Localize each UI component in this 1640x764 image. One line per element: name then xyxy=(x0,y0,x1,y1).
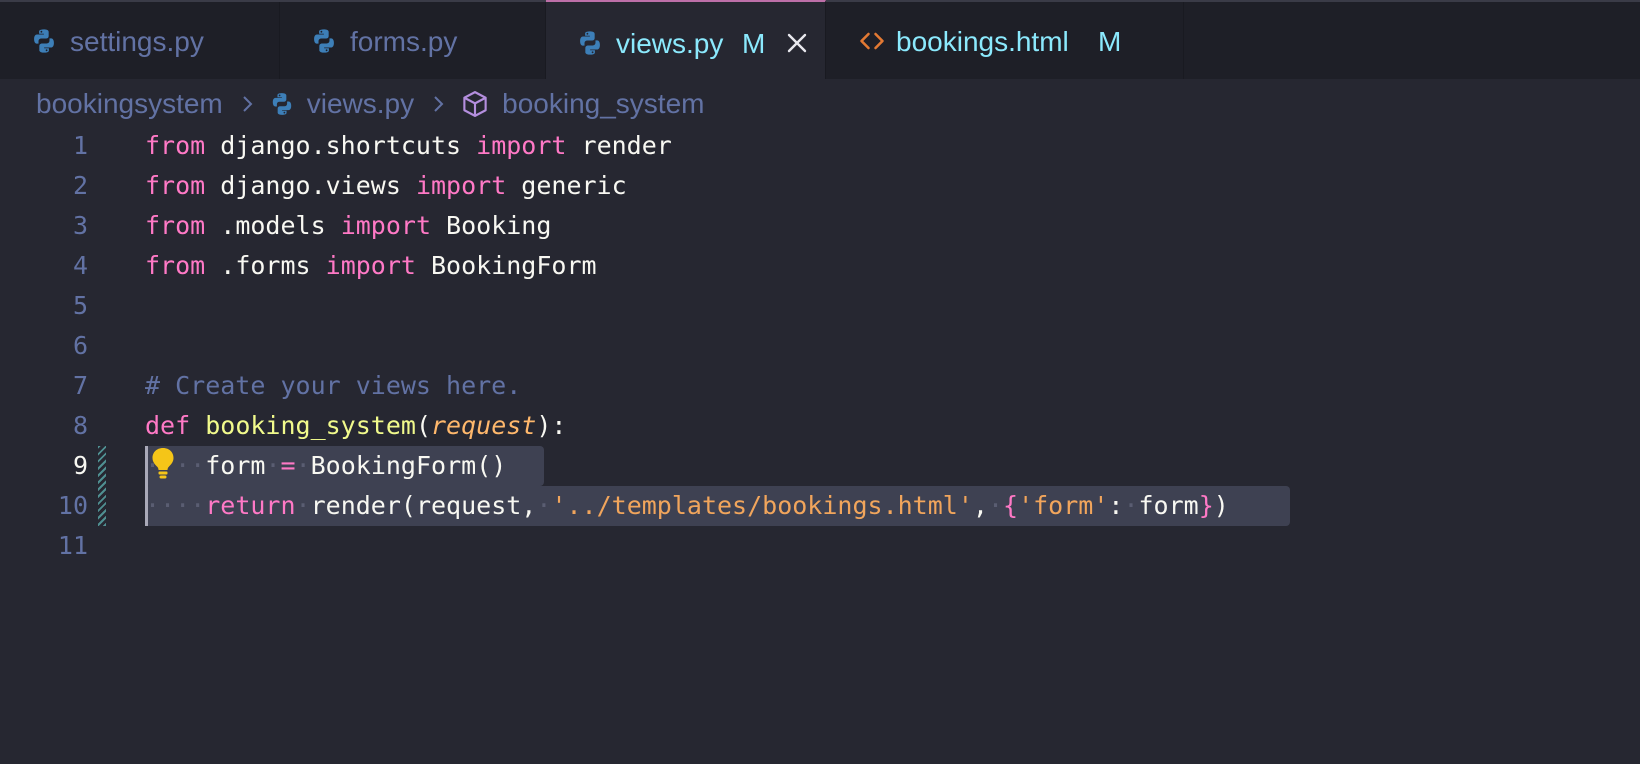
tab-settings-py[interactable]: settings.py xyxy=(0,2,280,79)
code-text: from django.views import generic xyxy=(145,171,627,200)
tab-label: views.py xyxy=(616,28,724,59)
lightbulb-icon[interactable] xyxy=(150,446,176,480)
code-line-current[interactable]: 9 ····form·=·BookingForm() xyxy=(0,446,1640,486)
tab-bar: settings.py forms.py views.py M bookings… xyxy=(0,0,1640,79)
python-icon xyxy=(580,31,600,55)
line-number: 5 xyxy=(72,291,88,320)
line-number: 2 xyxy=(72,171,88,200)
code-line[interactable]: 7 # Create your views here. xyxy=(0,366,1640,406)
tab-label: settings.py xyxy=(70,26,204,57)
code-line[interactable]: 2 from django.views import generic xyxy=(0,166,1640,206)
breadcrumb-folder[interactable]: bookingsystem xyxy=(36,88,223,120)
code-line[interactable]: 6 xyxy=(0,326,1640,366)
tab-forms-py[interactable]: forms.py xyxy=(280,2,546,79)
close-icon[interactable] xyxy=(786,32,808,54)
code-line[interactable]: 8 def booking_system(request): xyxy=(0,406,1640,446)
code-line[interactable]: 3 from .models import Booking xyxy=(0,206,1640,246)
breadcrumb-symbol[interactable]: booking_system xyxy=(502,88,704,120)
python-icon xyxy=(314,29,334,53)
code-text: from django.shortcuts import render xyxy=(145,131,672,160)
modified-indicator: M xyxy=(1098,26,1122,57)
code-comment: # Create your views here. xyxy=(145,371,522,400)
html-icon xyxy=(860,32,884,50)
line-number: 7 xyxy=(72,371,88,400)
code-text: from .models import Booking xyxy=(145,211,552,240)
chevron-right-icon xyxy=(243,96,253,112)
line-number: 1 xyxy=(72,131,88,160)
line-number: 9 xyxy=(72,451,88,480)
breadcrumb: bookingsystem views.py booking_system xyxy=(36,86,704,122)
code-line[interactable]: 5 xyxy=(0,286,1640,326)
tab-label: forms.py xyxy=(350,26,458,57)
line-number: 11 xyxy=(57,531,88,560)
chevron-right-icon xyxy=(434,96,444,112)
python-icon xyxy=(34,29,54,53)
cube-symbol-icon xyxy=(463,91,487,117)
code-line[interactable]: 1 from django.shortcuts import render xyxy=(0,126,1640,166)
tab-bookings-html[interactable]: bookings.html M xyxy=(826,2,1184,79)
line-number: 3 xyxy=(72,211,88,240)
code-text: def booking_system(request): xyxy=(145,411,567,440)
tab-label: bookings.html xyxy=(896,26,1069,57)
code-editor[interactable]: 1 from django.shortcuts import render 2 … xyxy=(0,126,1640,764)
code-text: ····return·render(request,·'../templates… xyxy=(145,491,1229,520)
line-number: 8 xyxy=(72,411,88,440)
code-line[interactable]: 11 xyxy=(0,526,1640,566)
tab-views-py[interactable]: views.py M xyxy=(546,0,826,79)
modified-indicator: M xyxy=(742,28,766,59)
python-icon xyxy=(272,93,291,115)
code-text: ····form·=·BookingForm() xyxy=(145,451,507,480)
code-line[interactable]: 4 from .forms import BookingForm xyxy=(0,246,1640,286)
breadcrumb-file[interactable]: views.py xyxy=(307,88,414,120)
code-text: from .forms import BookingForm xyxy=(145,251,597,280)
line-number: 10 xyxy=(57,491,88,520)
line-number: 4 xyxy=(72,251,88,280)
line-number: 6 xyxy=(72,331,88,360)
code-line[interactable]: 10 ····return·render(request,·'../templa… xyxy=(0,486,1640,526)
